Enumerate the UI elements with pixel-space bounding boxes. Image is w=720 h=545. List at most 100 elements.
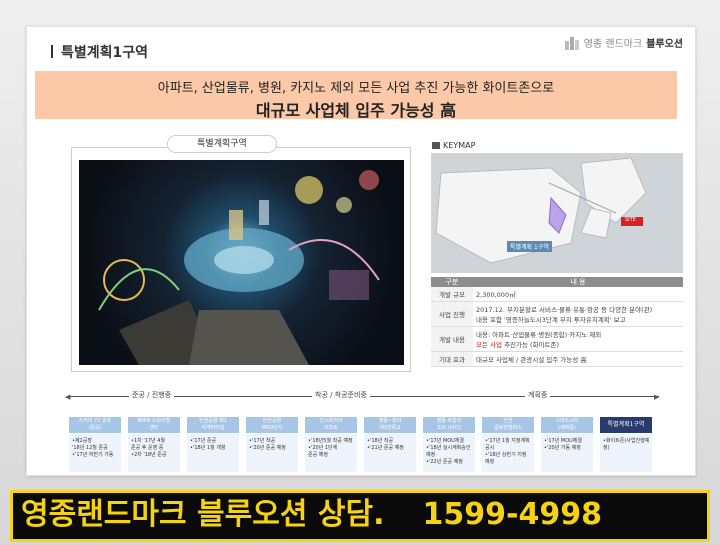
image-label: 특별계획구역 (167, 135, 277, 153)
step-item: •'18년5월 착공 예정 (308, 438, 353, 444)
step-title: 인천공항 제2 여객터미널 (187, 417, 239, 433)
table-row: 기대 효과 대규모 사업체 / 관광시설 입주 가능성 高 (431, 351, 683, 367)
row-line: 내용 포함 '영종하늘도시3단계 부지 투자유치계획' 보고 (476, 316, 626, 324)
step-body: •1차 '17년 4월 준공 후 운영 중 •2차 '18년 준공 (128, 434, 180, 472)
step-item: •제2공장 (72, 438, 92, 444)
banner-line1: 아파트, 산업물류, 병원, 카지노 제외 모든 사업 추진 가능한 화이트존으… (157, 81, 555, 96)
step-item: 예정 (485, 459, 495, 465)
step-item: 공시 (485, 445, 495, 451)
row-key: 사업 진행 (431, 301, 473, 327)
footer-name: 영종랜드마크 블루오션 상담. (21, 497, 385, 532)
step-item: •'17년 착공 (249, 438, 276, 444)
step-item: 준공 예정 (308, 452, 328, 458)
row-line-rest: 추진가능 (화이트존) (502, 341, 560, 349)
step-title-line: 여객터미널 (201, 425, 225, 431)
row-key: 기대 효과 (431, 351, 473, 367)
building-icon (564, 36, 579, 50)
step-title: 스마트시티 (계획중) (541, 417, 593, 433)
step-item: 준공 후 운영 중 (131, 445, 164, 451)
step-item: •'17년 하반기 가동 (72, 452, 114, 458)
step-item: •'17년 MOU체결 (426, 438, 464, 444)
table-row: 개발 내용 내용: 아파트·산업물류·병원(종합)·카지노 제외 모든 사업 추진… (431, 326, 683, 352)
table-row: 개발 규모 2,300,000㎡ (431, 287, 683, 302)
step-item: •'18년 착공 (367, 438, 394, 444)
step-title-line: 글로벌캠퍼스 (494, 425, 522, 431)
phase-label-planned: 계획중 (525, 390, 551, 400)
row-line: 모든 사업 추진가능 (화이트존) (476, 339, 680, 349)
step-item: •'17년 MOU체결 (544, 438, 582, 444)
footer-phone: 1599-4998 (422, 497, 602, 532)
table-header-cell: 구분 (431, 277, 473, 287)
step-title-line: 영종 복합리 (436, 418, 462, 424)
step-body: •제2공장 '18년 12월 준공 •'17년 하반기 가동 (69, 434, 121, 472)
step-title-line: 스마트시티 (555, 418, 579, 424)
row-value: 2,300,000㎡ (473, 287, 683, 302)
row-line: 2017.12. 부지분할로 서비스·물류·유통·항공 등 다양한 분야(관) (476, 306, 653, 314)
step-item: •화이트존(사업진행예정) (603, 438, 650, 451)
brand-prefix: 영종 랜드마크 (583, 39, 643, 50)
timeline-step: 인천 글로벌캠퍼스 •'17년 1월 지정계획 공시 •'18년 상반기 지정 예정 (482, 417, 534, 472)
row-line: 내용: 아파트·산업물류·병원(종합)·카지노 제외 (476, 331, 602, 339)
aerial-illustration (98, 170, 380, 365)
timeline-step: 특별계획1구역 •화이트존(사업진행예정) (600, 417, 652, 472)
step-title-line: (준공) (88, 425, 102, 431)
step-item: •'18년 실시계획승인 (426, 445, 471, 451)
step-item: •'17년 1월 지정계획 (485, 438, 530, 444)
section-title: 특별계획1구역 (51, 42, 148, 62)
step-title-line: MRO단지 (261, 425, 283, 431)
project-summary-table: 구분 내 용 개발 규모 2,300,000㎡ 사업 진행 2017.12. 부… (431, 277, 683, 367)
step-item: •'18년 상반기 지정 (485, 452, 527, 458)
step-body: •화이트존(사업진행예정) (600, 434, 652, 472)
step-item: •'20년 가동 예정 (544, 445, 581, 451)
step-item: •'22년 준공 예정 (426, 459, 463, 465)
step-item: •'21년 준공 예정 (367, 445, 404, 451)
brand-name: 블루오션 (646, 39, 683, 50)
step-title-line: BMW 드라이빙 (137, 418, 171, 424)
row-key: 개발 내용 (431, 326, 473, 352)
row-value: 대규모 사업체 / 관광시설 입주 가능성 高 (473, 351, 683, 367)
table-header-cell: 내 용 (473, 277, 683, 287)
step-item: •'17년 준공 (190, 438, 217, 444)
headline-banner: 아파트, 산업물류, 병원, 카지노 제외 모든 사업 추진 가능한 화이트존으… (35, 71, 677, 120)
phase-label-construction: 착공 / 착공준비중 (312, 390, 370, 400)
highlight-text: 모든 사업 (476, 341, 502, 349)
table-row: 사업 진행 2017.12. 부지분할로 서비스·물류·유통·항공 등 다양한 … (431, 301, 683, 327)
step-title: BMW 드라이빙 센터 (128, 417, 180, 433)
arrow-left-icon: ◀ (65, 393, 71, 401)
row-value: 내용: 아파트·산업물류·병원(종합)·카지노 제외 모든 사업 추진가능 (화이… (473, 326, 683, 352)
step-item: •'18년 1월 개항 (190, 445, 226, 451)
brochure-slide: 특별계획1구역 영종 랜드마크 블루오션 아파트, 산업물류, 병원, 카지노 … (26, 26, 696, 476)
step-body: •'17년 착공 •'20년 준공 예정 (246, 434, 298, 472)
section-title-text: 특별계획1구역 (61, 45, 149, 61)
step-body: •'18년5월 착공 예정 •'20년 1단계 준공 예정 (305, 434, 357, 472)
step-title-line: 리조트 (324, 425, 338, 431)
brand-logo: 영종 랜드마크 블루오션 (564, 35, 683, 50)
step-title: 인천 글로벌캠퍼스 (482, 417, 534, 433)
step-body: •'17년 1월 지정계획 공시 •'18년 상반기 지정 예정 (482, 434, 534, 472)
step-item: •'20년 1단계 (308, 445, 338, 451)
step-title-line: 인천 (503, 418, 513, 424)
step-title: 특별계획1구역 (600, 417, 652, 433)
step-body: •'18년 착공 •'21년 준공 예정 (364, 434, 416, 472)
timeline-step: 영종 복합리 조트 (씨티) •'17년 MOU체결 •'18년 실시계획승인 예정 •… (423, 417, 475, 472)
step-body: •'17년 MOU체결 •'20년 가동 예정 (541, 434, 593, 472)
timeline-step: 스마트시티 (계획중) •'17년 MOU체결 •'20년 가동 예정 (541, 417, 593, 472)
row-value: 2017.12. 부지분할로 서비스·물류·유통·항공 등 다양한 분야(관) 내… (473, 301, 683, 327)
step-title-line: 제3연륙교 (379, 425, 401, 431)
step-item: •'20년 준공 예정 (249, 445, 286, 451)
step-title-line: (계획중) (558, 425, 576, 431)
row-key: 개발 규모 (431, 287, 473, 302)
keymap-heading-text: KEYMAP (443, 141, 476, 150)
keymap-zone-label: 특별계획 1구역 (507, 241, 552, 252)
timeline-step: 스카이 72 골프 (준공) •제2공장 '18년 12월 준공 •'17년 하반기 … (69, 417, 121, 472)
timeline-steps: 스카이 72 골프 (준공) •제2공장 '18년 12월 준공 •'17년 하반기 … (69, 417, 659, 479)
timeline-step: 영종~청라 제3연륙교 •'18년 착공 •'21년 준공 예정 (364, 417, 416, 472)
keymap-illustration (435, 157, 647, 264)
keymap-heading: KEYMAP (432, 141, 475, 150)
timeline-step: 인스파이어 리조트 •'18년5월 착공 예정 •'20년 1단계 준공 예정 (305, 417, 357, 472)
step-item: •1차 '17년 4월 (131, 438, 166, 444)
table-header-row: 구분 내 용 (431, 277, 683, 287)
title-bar (51, 45, 53, 58)
keymap-map: 특별계획 1구역 SITE (431, 153, 683, 273)
step-item: 예정 (426, 452, 436, 458)
